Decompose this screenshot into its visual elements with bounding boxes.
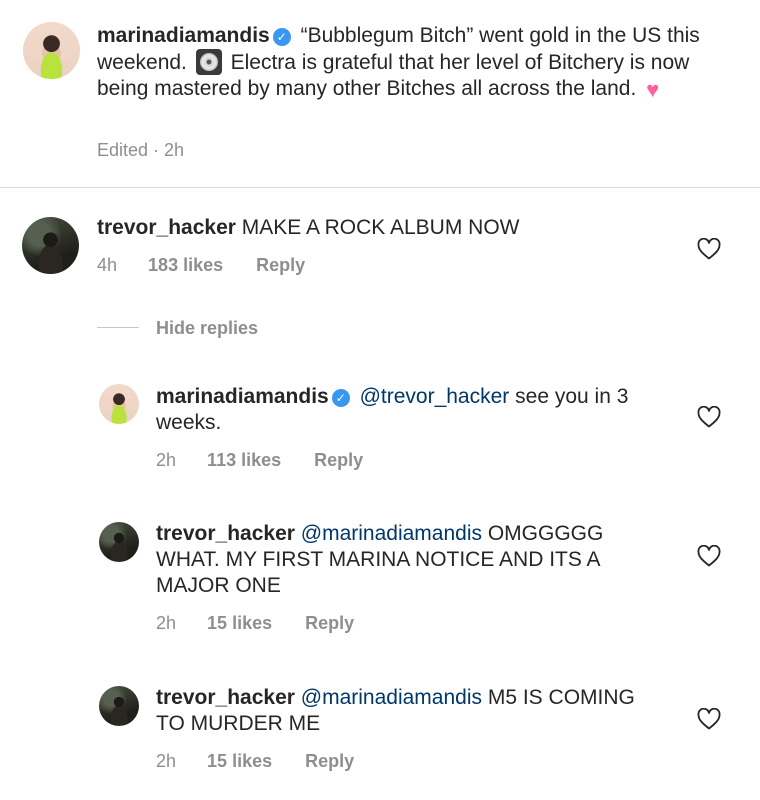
reply-likes[interactable]: 113 likes [207,450,281,470]
caption-meta: Edited · 2h [97,140,185,160]
reply-text: trevor_hacker @marinadiamandis OMGGGGG W… [156,521,656,599]
divider [0,187,760,188]
reply-likes[interactable]: 15 likes [207,613,272,633]
hide-replies-line [97,327,139,328]
reply-text: marinadiamandis ✓ @trevor_hacker see you … [156,384,666,436]
heart-outline-icon[interactable] [697,406,721,428]
reply-likes[interactable]: 15 likes [207,751,272,771]
heart-outline-icon[interactable] [697,708,721,730]
reply-time: 2h [156,613,177,633]
avatar[interactable] [22,217,79,274]
comment-username[interactable]: trevor_hacker [97,216,236,239]
avatar[interactable] [99,686,139,726]
verified-badge-icon: ✓ [331,389,350,407]
reply-mention[interactable]: @marinadiamandis [301,522,482,545]
heart-outline-icon[interactable] [697,545,721,567]
avatar[interactable] [23,22,80,79]
reply-username[interactable]: marinadiamandis [156,385,329,408]
reply-username[interactable]: trevor_hacker [156,686,295,709]
reply-meta: 2h 15 likes Reply [156,751,354,772]
reply-text: trevor_hacker @marinadiamandis M5 IS COM… [156,685,636,737]
comment-text: trevor_hacker MAKE A ROCK ALBUM NOW [97,215,677,241]
heart-outline-icon[interactable] [697,238,721,260]
verified-badge-icon: ✓ [272,28,291,46]
cd-emoji-icon [195,49,222,75]
comment-meta: 4h 183 likes Reply [97,255,305,276]
comment-time: 4h [97,255,118,275]
reply-button[interactable]: Reply [305,751,354,771]
reply-time: 2h [156,450,177,470]
hide-replies-button[interactable]: Hide replies [156,318,258,339]
post-caption: marinadiamandis ✓ “Bubblegum Bitch” went … [97,23,737,103]
reply-time: 2h [156,751,177,771]
reply-meta: 2h 113 likes Reply [156,450,363,471]
reply-mention[interactable]: @trevor_hacker [360,385,510,408]
avatar[interactable] [99,522,139,562]
pink-heart-emoji-icon: ♥ [646,77,660,102]
comment-body: MAKE A ROCK ALBUM NOW [241,216,520,239]
reply-username[interactable]: trevor_hacker [156,522,295,545]
reply-button[interactable]: Reply [305,613,354,633]
reply-meta: 2h 15 likes Reply [156,613,354,634]
caption-username[interactable]: marinadiamandis [97,24,270,47]
reply-button[interactable]: Reply [256,255,305,275]
reply-button[interactable]: Reply [314,450,363,470]
comment-likes[interactable]: 183 likes [148,255,223,275]
avatar[interactable] [99,384,139,424]
reply-mention[interactable]: @marinadiamandis [301,686,482,709]
